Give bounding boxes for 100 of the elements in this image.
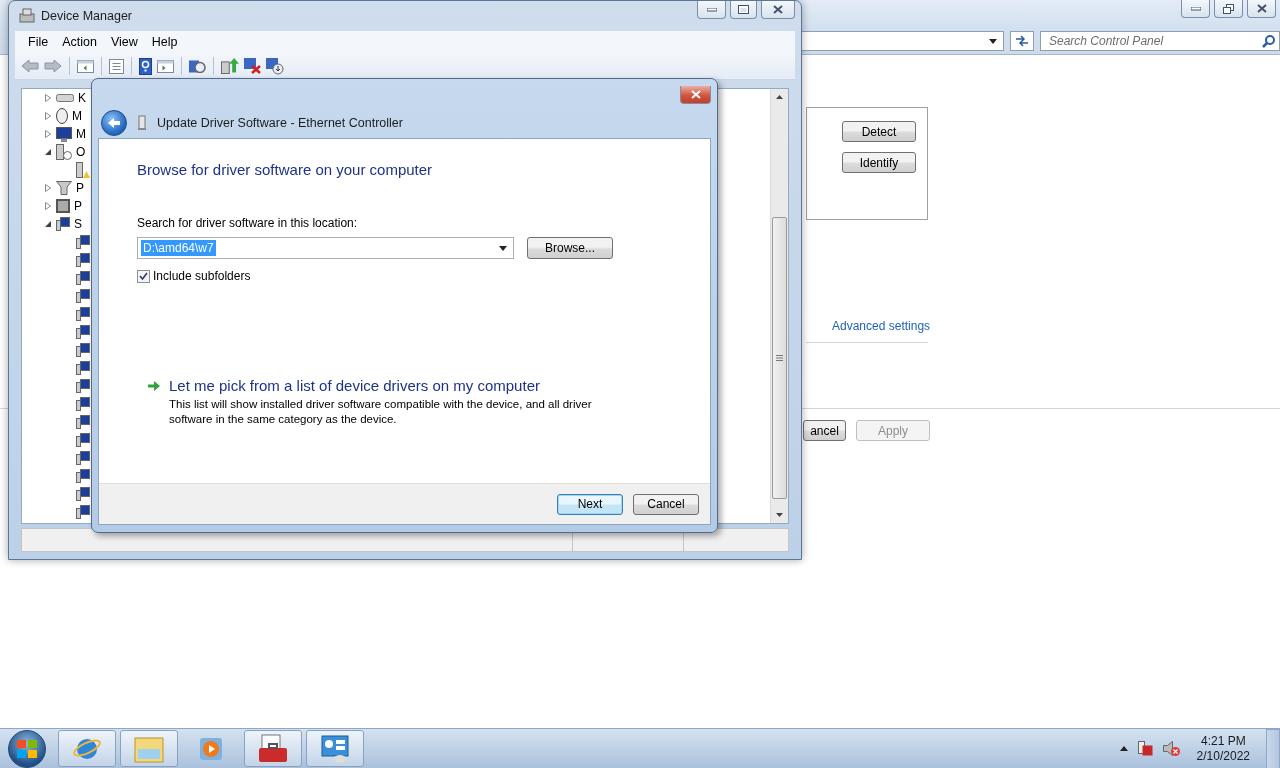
computer-icon [76,361,90,375]
dropdown-arrow-icon [989,38,998,44]
forward-icon[interactable] [44,59,62,73]
port-icon [56,181,72,195]
mouse-icon [56,108,68,124]
action-pane-icon[interactable] [157,59,174,73]
tree-item[interactable]: P [74,199,82,213]
computer-icon [76,397,90,411]
tree-item[interactable]: M [76,127,86,141]
close-button[interactable] [761,1,795,19]
maximize-icon [738,5,749,14]
refresh-button[interactable] [1010,31,1034,51]
taskbar-button[interactable] [244,730,302,767]
browse-button[interactable]: Browse... [527,237,613,259]
processor-icon [56,199,70,213]
restore-button[interactable] [1214,0,1243,18]
action-button[interactable]: Identify [842,152,916,173]
cancel-button[interactable]: ancel [803,420,846,441]
menu-item[interactable]: Action [55,35,104,49]
update-driver-icon[interactable] [221,58,239,74]
help-icon[interactable] [139,57,152,75]
minimize-icon [706,7,717,12]
back-button[interactable] [101,110,127,136]
arrow-icon [147,380,161,392]
back-arrow-icon [107,117,121,129]
scroll-up-icon [776,95,783,99]
computer-icon [76,505,90,519]
tree-item[interactable]: S [74,217,82,231]
scan-hardware-icon[interactable] [189,59,206,73]
action-button[interactable]: Detect [842,121,916,142]
address-bar[interactable] [800,31,1005,51]
close-icon [773,5,783,14]
menu-item[interactable]: View [103,35,145,49]
window-title: Device Manager [41,9,133,23]
computer-icon [76,325,90,339]
maximize-button[interactable] [730,1,757,19]
search-field[interactable]: Search Control Panel [1040,31,1280,51]
close-button[interactable] [680,86,711,104]
warning-device-icon [76,162,90,178]
clock-time: 4:21 PM [1200,733,1246,749]
menu-item[interactable]: Help [144,35,185,49]
grip-icon [776,355,783,361]
back-icon[interactable] [21,59,39,73]
close-icon [1256,4,1267,13]
computer-icon [76,469,90,483]
taskbar-button[interactable] [58,730,116,767]
next-button[interactable]: Next [557,493,623,515]
minimize-icon [1190,6,1201,11]
computer-icon [76,307,90,321]
checkbox[interactable] [137,269,150,283]
tree-item[interactable]: K [78,91,86,105]
dialog-heading: Browse for driver software on your computer [137,161,434,178]
restore-icon [1223,3,1234,14]
tree-item[interactable]: O [76,145,86,159]
refresh-icon [1015,35,1030,47]
computer-icon [76,235,90,249]
properties-icon[interactable] [109,58,124,74]
tree-item[interactable]: P [76,181,84,195]
network-adapter-icon [137,115,147,131]
computer-icon [76,271,90,285]
toolbox-icon [257,733,289,764]
expand-arrow-icon[interactable] [44,148,52,156]
device-manager-icon [19,8,35,24]
clock[interactable]: 4:21 PM 2/10/2022 [1196,733,1250,764]
scrollbar[interactable] [770,89,788,523]
pick-driver-link[interactable]: Let me pick from a list of device drivers on my computer [169,377,619,394]
media-player-icon [198,735,224,762]
advanced-settings-link[interactable]: Advanced settings [832,319,1280,333]
expand-arrow-icon[interactable] [44,220,52,228]
scroll-thumb[interactable] [772,217,787,499]
network-icon[interactable] [1137,741,1153,756]
checkbox-label: Include subfolders [153,269,251,283]
computer-icon [76,451,90,465]
tree-pane-icon[interactable] [77,59,94,73]
keyboard-icon [56,94,74,102]
cancel-button[interactable]: Cancel [633,493,699,515]
taskbar-button[interactable] [306,730,364,767]
close-icon [690,90,701,99]
computer-icon [76,379,90,393]
dropdown-arrow-icon [499,245,507,251]
uninstall-icon[interactable] [244,58,261,74]
search-icon [1262,35,1275,48]
disable-device-icon[interactable] [266,57,284,75]
show-hidden-icons-icon[interactable] [1119,746,1128,751]
computer-icon [76,433,90,447]
tree-item[interactable]: M [72,109,82,123]
location-label: Search for driver software in this location: [137,216,359,230]
computer-icon [76,289,90,303]
dialog-title: Update Driver Software - Ethernet Controller [157,116,403,130]
menu-item[interactable]: File [21,35,56,49]
computer-icon [76,415,90,429]
control-panel-icon [320,733,350,764]
close-button[interactable] [1247,0,1276,18]
speaker-muted-icon[interactable] [1162,740,1181,757]
check-icon [139,272,148,280]
monitor-icon [56,126,72,142]
pick-description: This list will show installed driver software compatible with the device, and all driver software in the same category as the device. [169,397,593,427]
computer-icon [76,487,90,501]
computer-icon [76,253,90,267]
start-button[interactable] [8,729,46,768]
